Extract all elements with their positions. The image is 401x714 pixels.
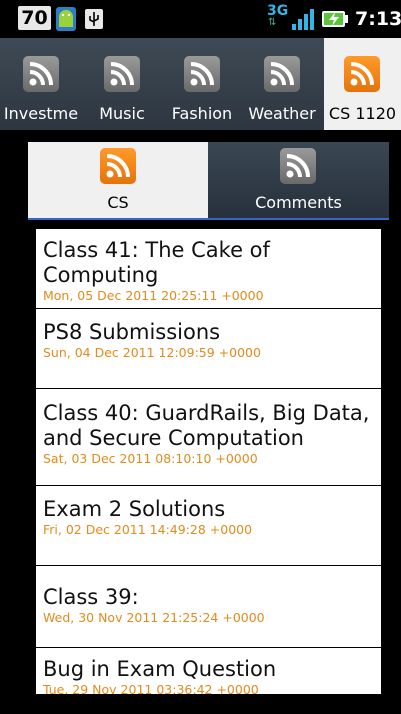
article-date: Fri, 02 Dec 2011 14:49:28 +0000	[43, 522, 253, 537]
android-icon	[56, 7, 76, 31]
status-bar: 70 3G ⇅ 7:13	[0, 0, 401, 38]
rss-feed-icon	[280, 148, 316, 184]
article-title: Class 39:	[43, 585, 139, 609]
clock: 7:13	[355, 8, 401, 30]
tab-label: Comments	[255, 193, 342, 212]
notification-count-badge: 70	[18, 6, 51, 30]
list-item[interactable]: Bug in Exam Question Tue, 29 Nov 2011 03…	[36, 648, 381, 694]
article-title: Class 41: The Cake of Computing	[43, 238, 270, 287]
signal-strength-icon	[292, 9, 314, 30]
tab-fashion[interactable]: Fashion	[162, 38, 242, 130]
list-item[interactable]: Class 39: Wed, 30 Nov 2011 21:25:24 +000…	[36, 566, 381, 648]
rss-feed-icon	[23, 56, 59, 92]
article-date: Sat, 03 Dec 2011 08:10:10 +0000	[43, 451, 258, 466]
tab-cs[interactable]: CS	[28, 142, 208, 218]
rss-feed-icon	[344, 56, 380, 92]
tab-divider	[28, 218, 389, 220]
usb-icon	[85, 9, 103, 29]
article-date: Tue, 29 Nov 2011 03:36:42 +0000	[43, 682, 259, 694]
tab-label: Fashion	[171, 104, 233, 123]
list-item[interactable]: Class 41: The Cake of Computing Mon, 05 …	[36, 229, 381, 309]
network-type-label: 3G	[267, 3, 289, 19]
article-date: Sun, 04 Dec 2011 12:09:59 +0000	[43, 345, 261, 360]
rss-feed-icon	[184, 56, 220, 92]
tab-investments[interactable]: Investme	[0, 38, 82, 130]
list-item[interactable]: Class 40: GuardRails, Big Data, and Secu…	[36, 389, 381, 486]
article-list: Class 41: The Cake of Computing Mon, 05 …	[36, 229, 381, 694]
rss-feed-icon	[264, 56, 300, 92]
tab-label: Investme	[3, 104, 79, 123]
rss-feed-icon	[100, 148, 136, 184]
article-title: Class 40: GuardRails, Big Data, and Secu…	[43, 401, 370, 450]
category-tab-bar: Investme Music Fashion Weather CS 1120	[0, 38, 401, 130]
rss-feed-icon	[104, 56, 140, 92]
tab-cs-1120[interactable]: CS 1120	[324, 38, 401, 130]
tab-label: Music	[99, 104, 145, 123]
feed-sub-tab-bar: CS Comments	[28, 142, 389, 220]
article-title: Bug in Exam Question	[43, 657, 277, 681]
tab-label: Weather	[248, 104, 316, 123]
article-title: Exam 2 Solutions	[43, 497, 226, 521]
article-title: PS8 Submissions	[43, 320, 221, 344]
list-item[interactable]: PS8 Submissions Sun, 04 Dec 2011 12:09:5…	[36, 309, 381, 389]
tab-label: CS	[107, 193, 129, 212]
tab-music[interactable]: Music	[82, 38, 162, 130]
data-activity-icon: ⇅	[268, 17, 277, 28]
battery-charging-icon	[322, 11, 348, 27]
list-item[interactable]: Exam 2 Solutions Fri, 02 Dec 2011 14:49:…	[36, 486, 381, 566]
article-date: Wed, 30 Nov 2011 21:25:24 +0000	[43, 610, 265, 625]
tab-weather[interactable]: Weather	[242, 38, 322, 130]
tab-comments[interactable]: Comments	[208, 142, 389, 218]
tab-label: CS 1120	[328, 104, 397, 123]
article-date: Mon, 05 Dec 2011 20:25:11 +0000	[43, 288, 264, 303]
